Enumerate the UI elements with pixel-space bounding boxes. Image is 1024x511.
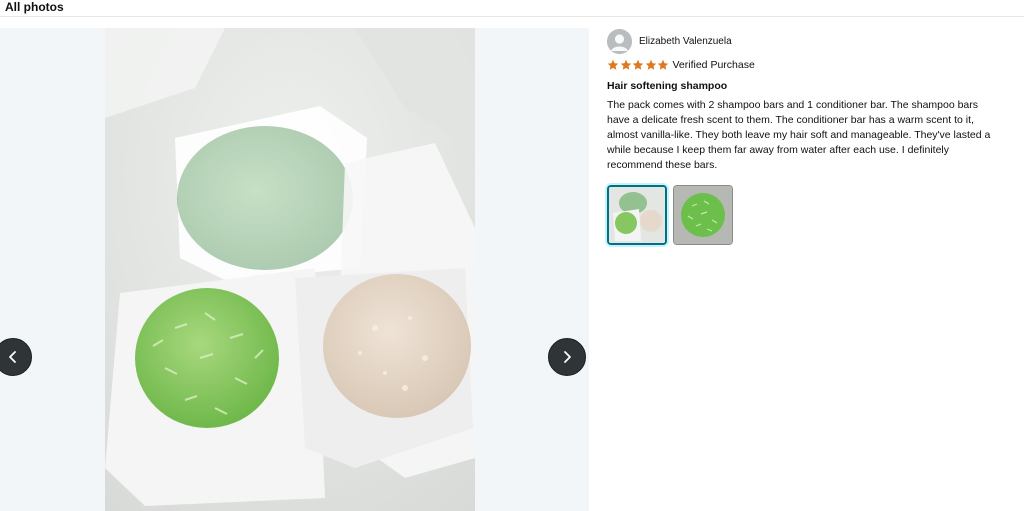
rating-row: Verified Purchase (607, 58, 1007, 72)
star-icon (632, 59, 644, 70)
thumbnail-strip (607, 185, 1007, 245)
star-icon (645, 59, 656, 70)
star-icon (607, 59, 619, 70)
verified-purchase-badge: Verified Purchase (672, 59, 755, 71)
reviewer-profile[interactable]: Elizabeth Valenzuela (607, 28, 1007, 54)
star-rating (607, 59, 670, 71)
review-title: Hair softening shampoo (607, 80, 728, 92)
chevron-right-icon (564, 351, 571, 363)
photo-viewer (0, 28, 589, 511)
page-title: All photos (5, 0, 64, 14)
photo-thumbnail[interactable] (607, 185, 667, 245)
header-divider (0, 16, 1024, 17)
review-panel: Elizabeth Valenzuela Verified Purchase H… (607, 28, 1007, 245)
star-icon (657, 59, 669, 70)
chevron-left-icon (9, 351, 16, 363)
review-body: The pack comes with 2 shampoo bars and 1… (607, 99, 991, 171)
user-silhouette-icon (607, 28, 632, 54)
star-icon (620, 59, 631, 70)
review-photo (105, 28, 475, 511)
avatar (607, 28, 632, 54)
reviewer-name[interactable]: Elizabeth Valenzuela (639, 36, 732, 47)
photo-thumbnail[interactable] (673, 185, 733, 245)
next-photo-button[interactable] (548, 338, 586, 376)
previous-photo-button[interactable] (0, 338, 32, 376)
